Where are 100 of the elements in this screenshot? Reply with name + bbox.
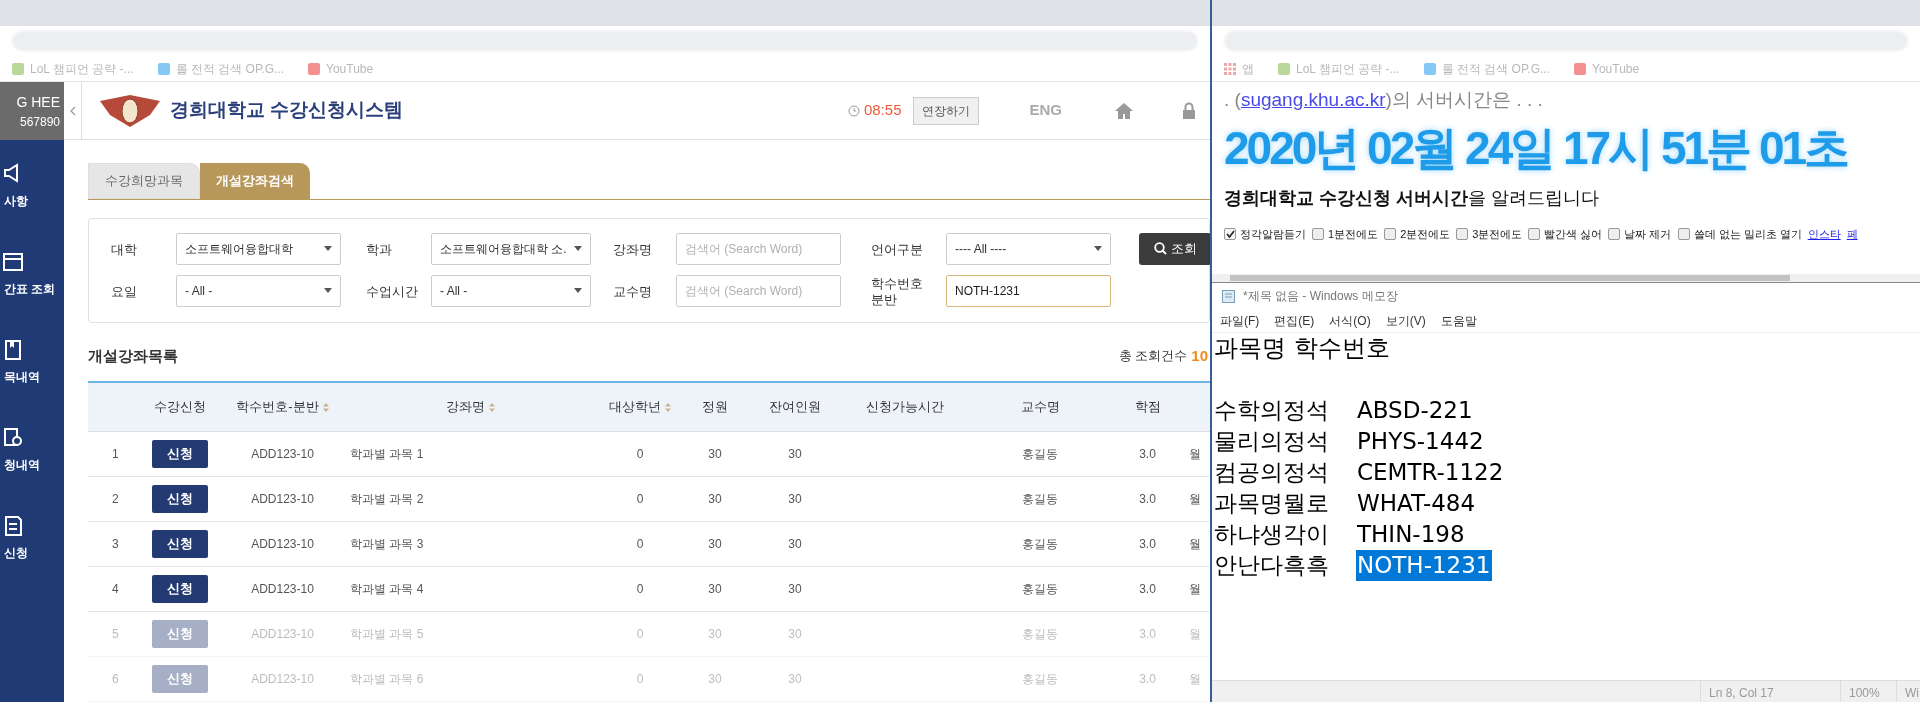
caret-icon bbox=[1094, 246, 1102, 251]
text-line: WHAT-484 bbox=[1356, 489, 1477, 518]
apply-button[interactable]: 신청 bbox=[152, 440, 208, 468]
session-timer: 08:55 bbox=[863, 100, 902, 121]
row-number: 1 bbox=[112, 446, 119, 463]
clock-icon bbox=[847, 104, 860, 117]
checkbox[interactable] bbox=[1528, 227, 1541, 240]
table-cell-text: 월 bbox=[1189, 446, 1201, 463]
field-label: 요일 bbox=[111, 283, 138, 300]
site-link[interactable]: sugang.khu.ac.kr bbox=[1240, 89, 1386, 110]
checkbox[interactable] bbox=[1224, 227, 1236, 240]
table-cell-text: 30 bbox=[708, 536, 722, 553]
table-cell-text: ADD123-10 bbox=[251, 491, 314, 508]
table-cell-text: 월 bbox=[1189, 626, 1201, 643]
column-header[interactable]: 대상학년 bbox=[609, 397, 661, 417]
menu-item[interactable]: 보기(V) bbox=[1385, 311, 1426, 330]
table-cell-text: 30 bbox=[708, 446, 722, 463]
dropdown[interactable]: 소프트웨어융합대학 소. bbox=[431, 232, 591, 265]
field-label: 학과 bbox=[366, 241, 393, 258]
apply-button[interactable]: 신청 bbox=[152, 530, 208, 558]
column-header: 신청가능시간 bbox=[866, 398, 944, 417]
table-cell-text: 3.0 bbox=[1139, 581, 1156, 598]
table-cell-text: 월 bbox=[1189, 581, 1201, 598]
caret-icon bbox=[324, 288, 332, 293]
row-number: 2 bbox=[112, 491, 119, 508]
check-icon bbox=[1225, 229, 1235, 238]
menu-item[interactable]: 간표 조회 bbox=[4, 280, 56, 298]
caret-icon bbox=[574, 288, 582, 293]
apply-button[interactable]: 신청 bbox=[152, 575, 208, 603]
menu-item[interactable]: 도움말 bbox=[1440, 311, 1477, 330]
input-field[interactable]: 검색어 (Search Word) bbox=[676, 232, 841, 265]
bookmark-icon bbox=[308, 62, 321, 75]
menu-item[interactable]: 서식(O) bbox=[1329, 311, 1371, 330]
link[interactable]: 페 bbox=[1846, 225, 1858, 242]
user-name: G HEE bbox=[16, 92, 60, 112]
field-label: 언어구분 bbox=[871, 241, 924, 258]
menu-item[interactable]: 청내역 bbox=[4, 456, 40, 474]
bookmark-icon bbox=[1278, 62, 1290, 75]
calendar-icon bbox=[2, 250, 24, 272]
checkbox[interactable] bbox=[1456, 227, 1469, 240]
home-icon[interactable] bbox=[1114, 101, 1134, 120]
column-header: 잔여인원 bbox=[769, 398, 821, 417]
menu-item[interactable]: 신청 bbox=[4, 544, 28, 562]
menu-item[interactable]: 사항 bbox=[4, 192, 28, 210]
checkbox[interactable] bbox=[1384, 227, 1397, 240]
lock-icon[interactable] bbox=[1182, 101, 1196, 120]
document-icon bbox=[2, 514, 24, 536]
bookmark-icon bbox=[1574, 62, 1587, 75]
table-cell-text: 학과별 과목 6 bbox=[350, 671, 424, 688]
field-label: 교수명 bbox=[613, 283, 653, 300]
link[interactable]: 인스타 bbox=[1807, 225, 1841, 242]
university-crest-icon bbox=[98, 92, 162, 129]
checkbox-label: 빨간색 싫어 bbox=[1544, 226, 1603, 242]
table-cell-text: 학과별 과목 1 bbox=[350, 446, 424, 463]
table-cell-text: 학과별 과목 3 bbox=[350, 536, 424, 553]
total-label: 총 조회건수 bbox=[1118, 347, 1188, 366]
dropdown[interactable]: - All - bbox=[431, 274, 591, 307]
table-cell-text: 30 bbox=[788, 446, 802, 463]
table-cell-text: 홍길동 bbox=[1022, 446, 1058, 463]
table-cell-text: 0 bbox=[636, 446, 644, 463]
row-number: 5 bbox=[112, 626, 119, 643]
dropdown[interactable]: - All - bbox=[176, 274, 341, 307]
checkbox[interactable] bbox=[1677, 227, 1690, 240]
table-cell-text: 30 bbox=[788, 536, 802, 553]
status-text: Wi bbox=[1905, 685, 1919, 700]
input-field[interactable]: 검색어 (Search Word) bbox=[676, 274, 841, 307]
row-number: 3 bbox=[112, 536, 119, 553]
notepad-icon bbox=[1222, 289, 1235, 303]
table-cell-text: 0 bbox=[636, 491, 644, 508]
dropdown[interactable]: ---- All ---- bbox=[946, 232, 1111, 265]
table-cell-text: 월 bbox=[1189, 491, 1201, 508]
field-label: 대학 bbox=[111, 241, 138, 258]
menu-item[interactable]: 파일(F) bbox=[1220, 311, 1260, 330]
table-cell-text: 홍길동 bbox=[1022, 671, 1058, 688]
column-header: 수강신청 bbox=[154, 398, 206, 417]
table-cell-text: 3.0 bbox=[1139, 626, 1156, 643]
column-header[interactable]: 강좌명 bbox=[445, 397, 485, 417]
table-cell-text: 월 bbox=[1189, 536, 1201, 553]
sort-icon bbox=[488, 402, 495, 412]
column-header[interactable]: 학수번호-분반 bbox=[236, 397, 319, 417]
menu-item[interactable]: 편집(E) bbox=[1274, 311, 1315, 330]
search-button[interactable]: 조회 bbox=[1139, 232, 1210, 265]
input-field[interactable]: NOTH-1231 bbox=[946, 274, 1111, 307]
caret-icon bbox=[574, 246, 582, 251]
menu-item[interactable]: 목내역 bbox=[4, 368, 40, 386]
table-cell-text: 홍길동 bbox=[1022, 536, 1058, 553]
search-icon bbox=[1153, 242, 1167, 255]
scrollbar-thumb[interactable] bbox=[1230, 275, 1790, 281]
checkbox[interactable] bbox=[1608, 227, 1621, 240]
dropdown[interactable]: 소프트웨어융합대학 bbox=[176, 232, 341, 265]
extend-button[interactable]: 연장하기 bbox=[913, 96, 980, 125]
table-cell-text: ADD123-10 bbox=[251, 536, 314, 553]
text-line: 하냐생각이 bbox=[1214, 520, 1330, 549]
text-line: 과목명뭘로 bbox=[1214, 489, 1330, 518]
collapse-icon bbox=[69, 105, 76, 116]
table-cell-text: 30 bbox=[788, 581, 802, 598]
subtitle: 경희대학교 수강신청 서버시간을 알려드립니다 bbox=[1224, 186, 1601, 210]
tab[interactable]: 수강희망과목 bbox=[88, 163, 200, 199]
apply-button[interactable]: 신청 bbox=[152, 485, 208, 513]
checkbox[interactable] bbox=[1312, 227, 1324, 240]
